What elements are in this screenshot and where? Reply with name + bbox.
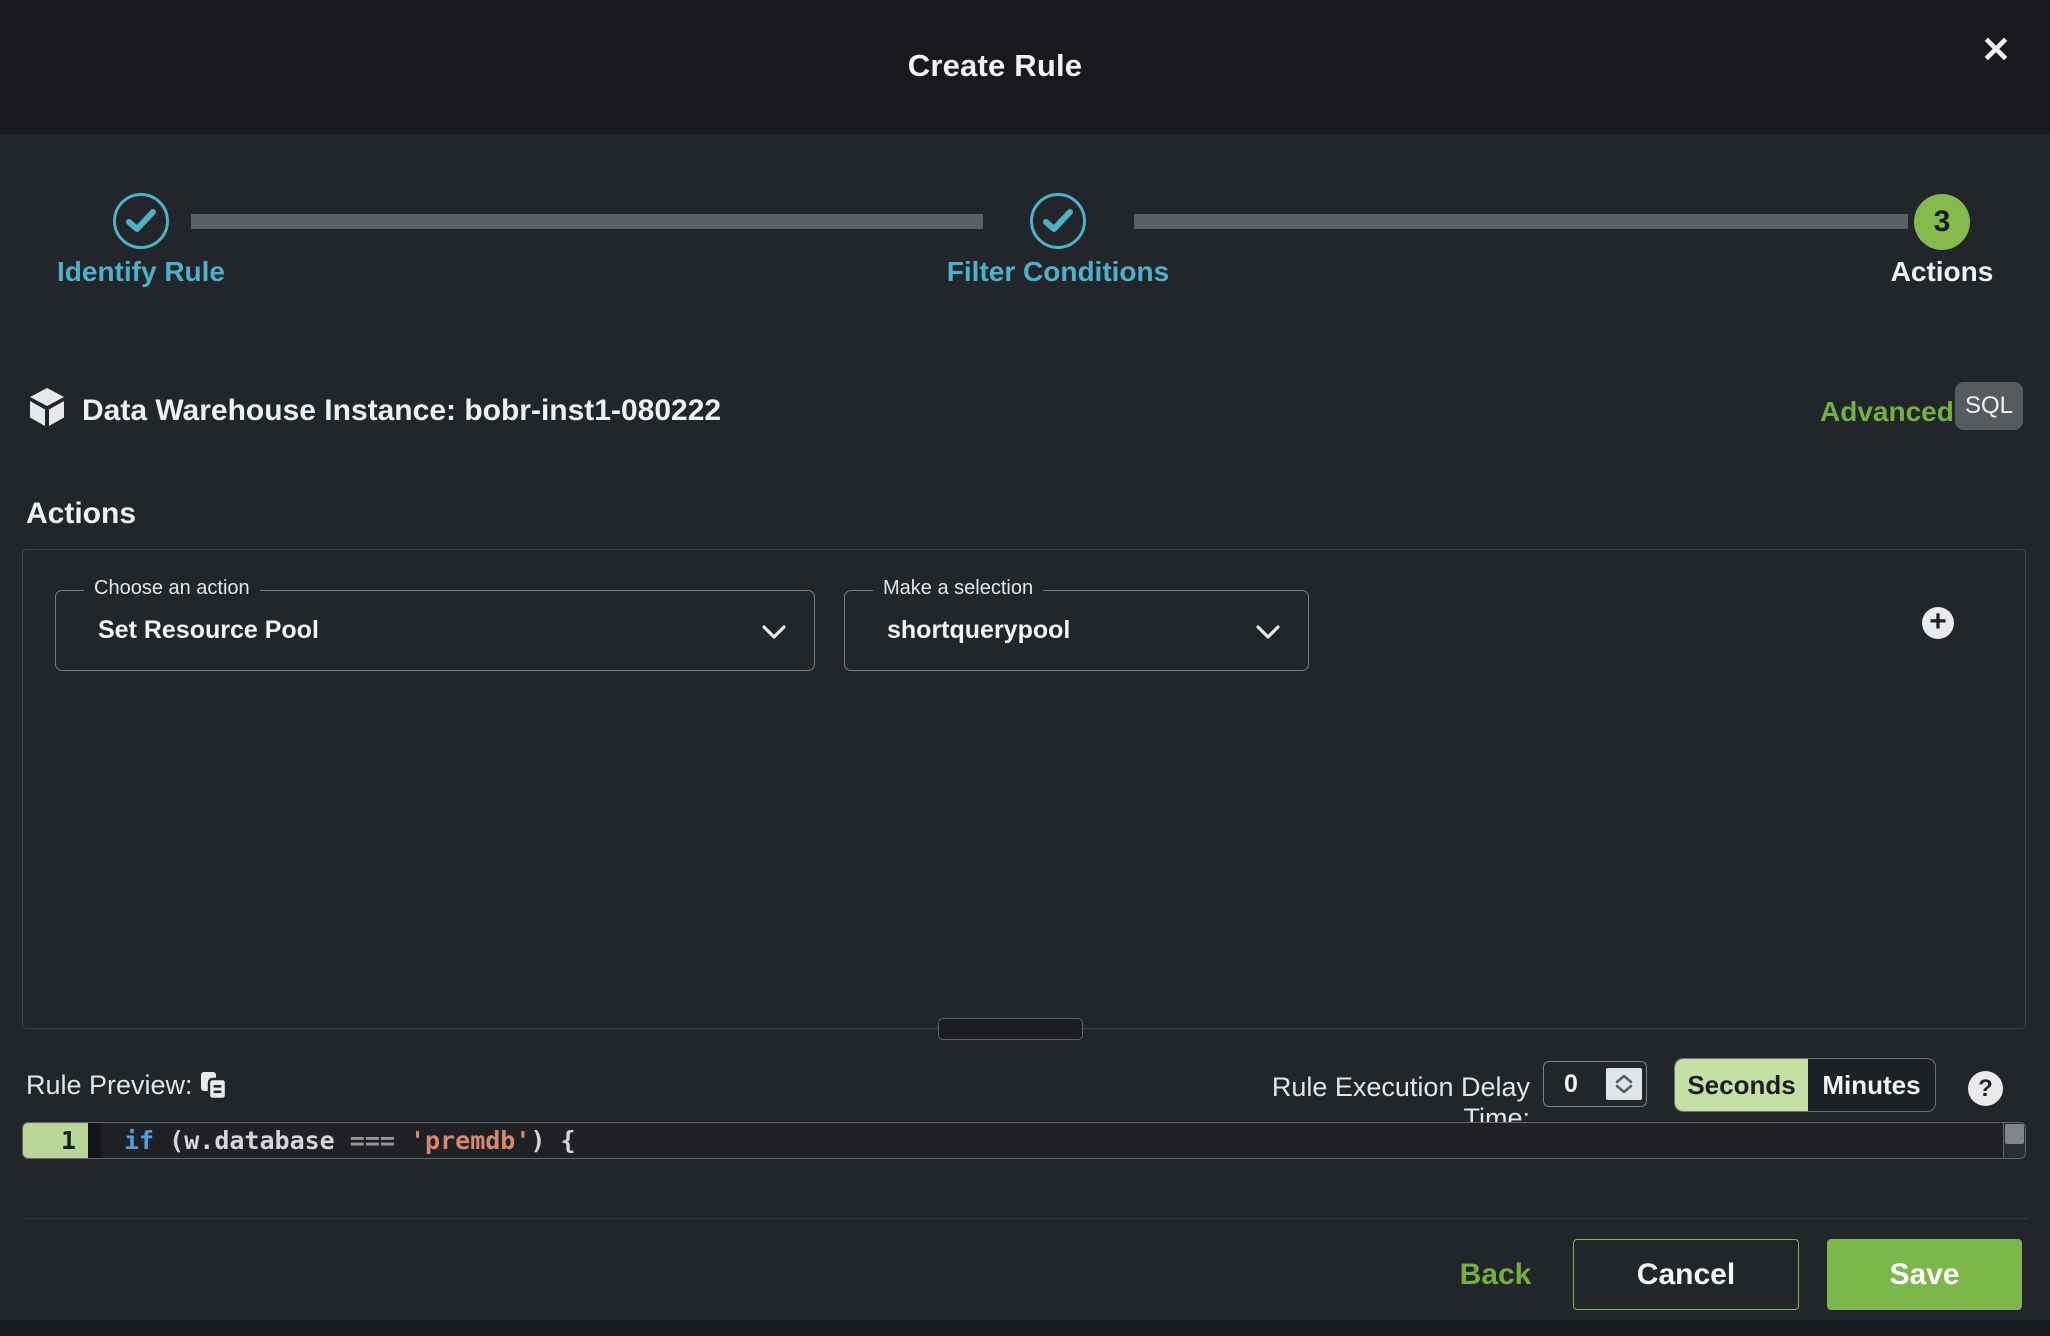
save-button-label: Save [1889, 1258, 1959, 1292]
code-token: (w.database [154, 1126, 350, 1155]
check-icon [1043, 209, 1073, 233]
selection-dropdown-value: shortquerypool [887, 591, 1070, 670]
cancel-button[interactable]: Cancel [1573, 1239, 1799, 1310]
code-token: 'premdb' [410, 1126, 530, 1155]
delay-unit-toggle: Seconds Minutes [1674, 1058, 1936, 1112]
code-token: === [350, 1126, 395, 1155]
help-button[interactable]: ? [1968, 1071, 2003, 1106]
action-dropdown-value: Set Resource Pool [98, 591, 319, 670]
gutter-divider [88, 1123, 101, 1158]
delay-value: 0 [1564, 1070, 1578, 1099]
sql-button[interactable]: SQL [1955, 382, 2023, 430]
rule-code-editor[interactable]: 1 if (w.database === 'premdb') { [22, 1122, 2026, 1159]
chevron-down-icon [762, 625, 786, 640]
add-action-button[interactable]: + [1922, 607, 1954, 639]
question-icon: ? [1978, 1075, 1993, 1103]
chevron-up-icon [1614, 1074, 1634, 1084]
back-button[interactable]: Back [1438, 1258, 1553, 1292]
check-icon [126, 209, 156, 233]
code-token: ) { [530, 1126, 575, 1155]
panel-resize-handle[interactable] [938, 1018, 1083, 1040]
rule-preview-label: Rule Preview: [26, 1070, 193, 1101]
plus-icon: + [1929, 607, 1947, 637]
step-label-identify-rule[interactable]: Identify Rule [21, 256, 261, 288]
action-dropdown[interactable]: Choose an action Set Resource Pool [55, 590, 815, 671]
copy-icon[interactable] [198, 1070, 229, 1101]
step-identify-rule-circle[interactable] [113, 193, 169, 249]
close-icon: ✕ [1981, 29, 2011, 71]
modal-header: Create Rule ✕ [0, 0, 2050, 134]
chevron-down-icon [1256, 625, 1280, 640]
instance-title: Data Warehouse Instance: bobr-inst1-0802… [82, 394, 721, 428]
save-button[interactable]: Save [1827, 1239, 2022, 1310]
code-line-number: 1 [23, 1123, 88, 1158]
create-rule-modal: Create Rule ✕ 3 Identify Rule Filter Con… [0, 0, 2050, 1336]
seconds-toggle[interactable]: Seconds [1675, 1059, 1808, 1111]
close-button[interactable]: ✕ [1968, 22, 2024, 78]
code-scrollbar[interactable] [2003, 1123, 2025, 1158]
actions-panel: Choose an action Set Resource Pool Make … [22, 549, 2026, 1029]
delay-stepper[interactable] [1606, 1068, 1642, 1100]
page-title: Create Rule [0, 48, 1990, 84]
code-token: if [124, 1126, 154, 1155]
step-filter-conditions-circle[interactable] [1030, 193, 1086, 249]
selection-dropdown[interactable]: Make a selection shortquerypool [844, 590, 1309, 671]
background-edge [0, 1320, 2050, 1336]
step-actions-circle[interactable]: 3 [1914, 194, 1970, 250]
sql-button-label: SQL [1965, 392, 2013, 420]
cancel-button-label: Cancel [1637, 1258, 1735, 1292]
minutes-toggle[interactable]: Minutes [1808, 1059, 1935, 1111]
step-label-actions: Actions [1822, 256, 2050, 288]
cube-icon [26, 386, 68, 430]
step-badge: 3 [1934, 205, 1951, 239]
progress-bar-2 [1134, 214, 1908, 229]
code-line[interactable]: if (w.database === 'premdb') { [101, 1123, 2003, 1158]
actions-heading: Actions [26, 497, 136, 531]
step-label-filter-conditions[interactable]: Filter Conditions [938, 256, 1178, 288]
progress-bar-1 [191, 214, 983, 229]
delay-input[interactable]: 0 [1543, 1061, 1647, 1107]
chevron-down-icon [1614, 1084, 1634, 1094]
code-token [395, 1126, 410, 1155]
footer-divider [22, 1218, 2028, 1219]
advanced-link[interactable]: Advanced [1820, 396, 1954, 428]
code-scrollbar-thumb[interactable] [2005, 1124, 2024, 1144]
